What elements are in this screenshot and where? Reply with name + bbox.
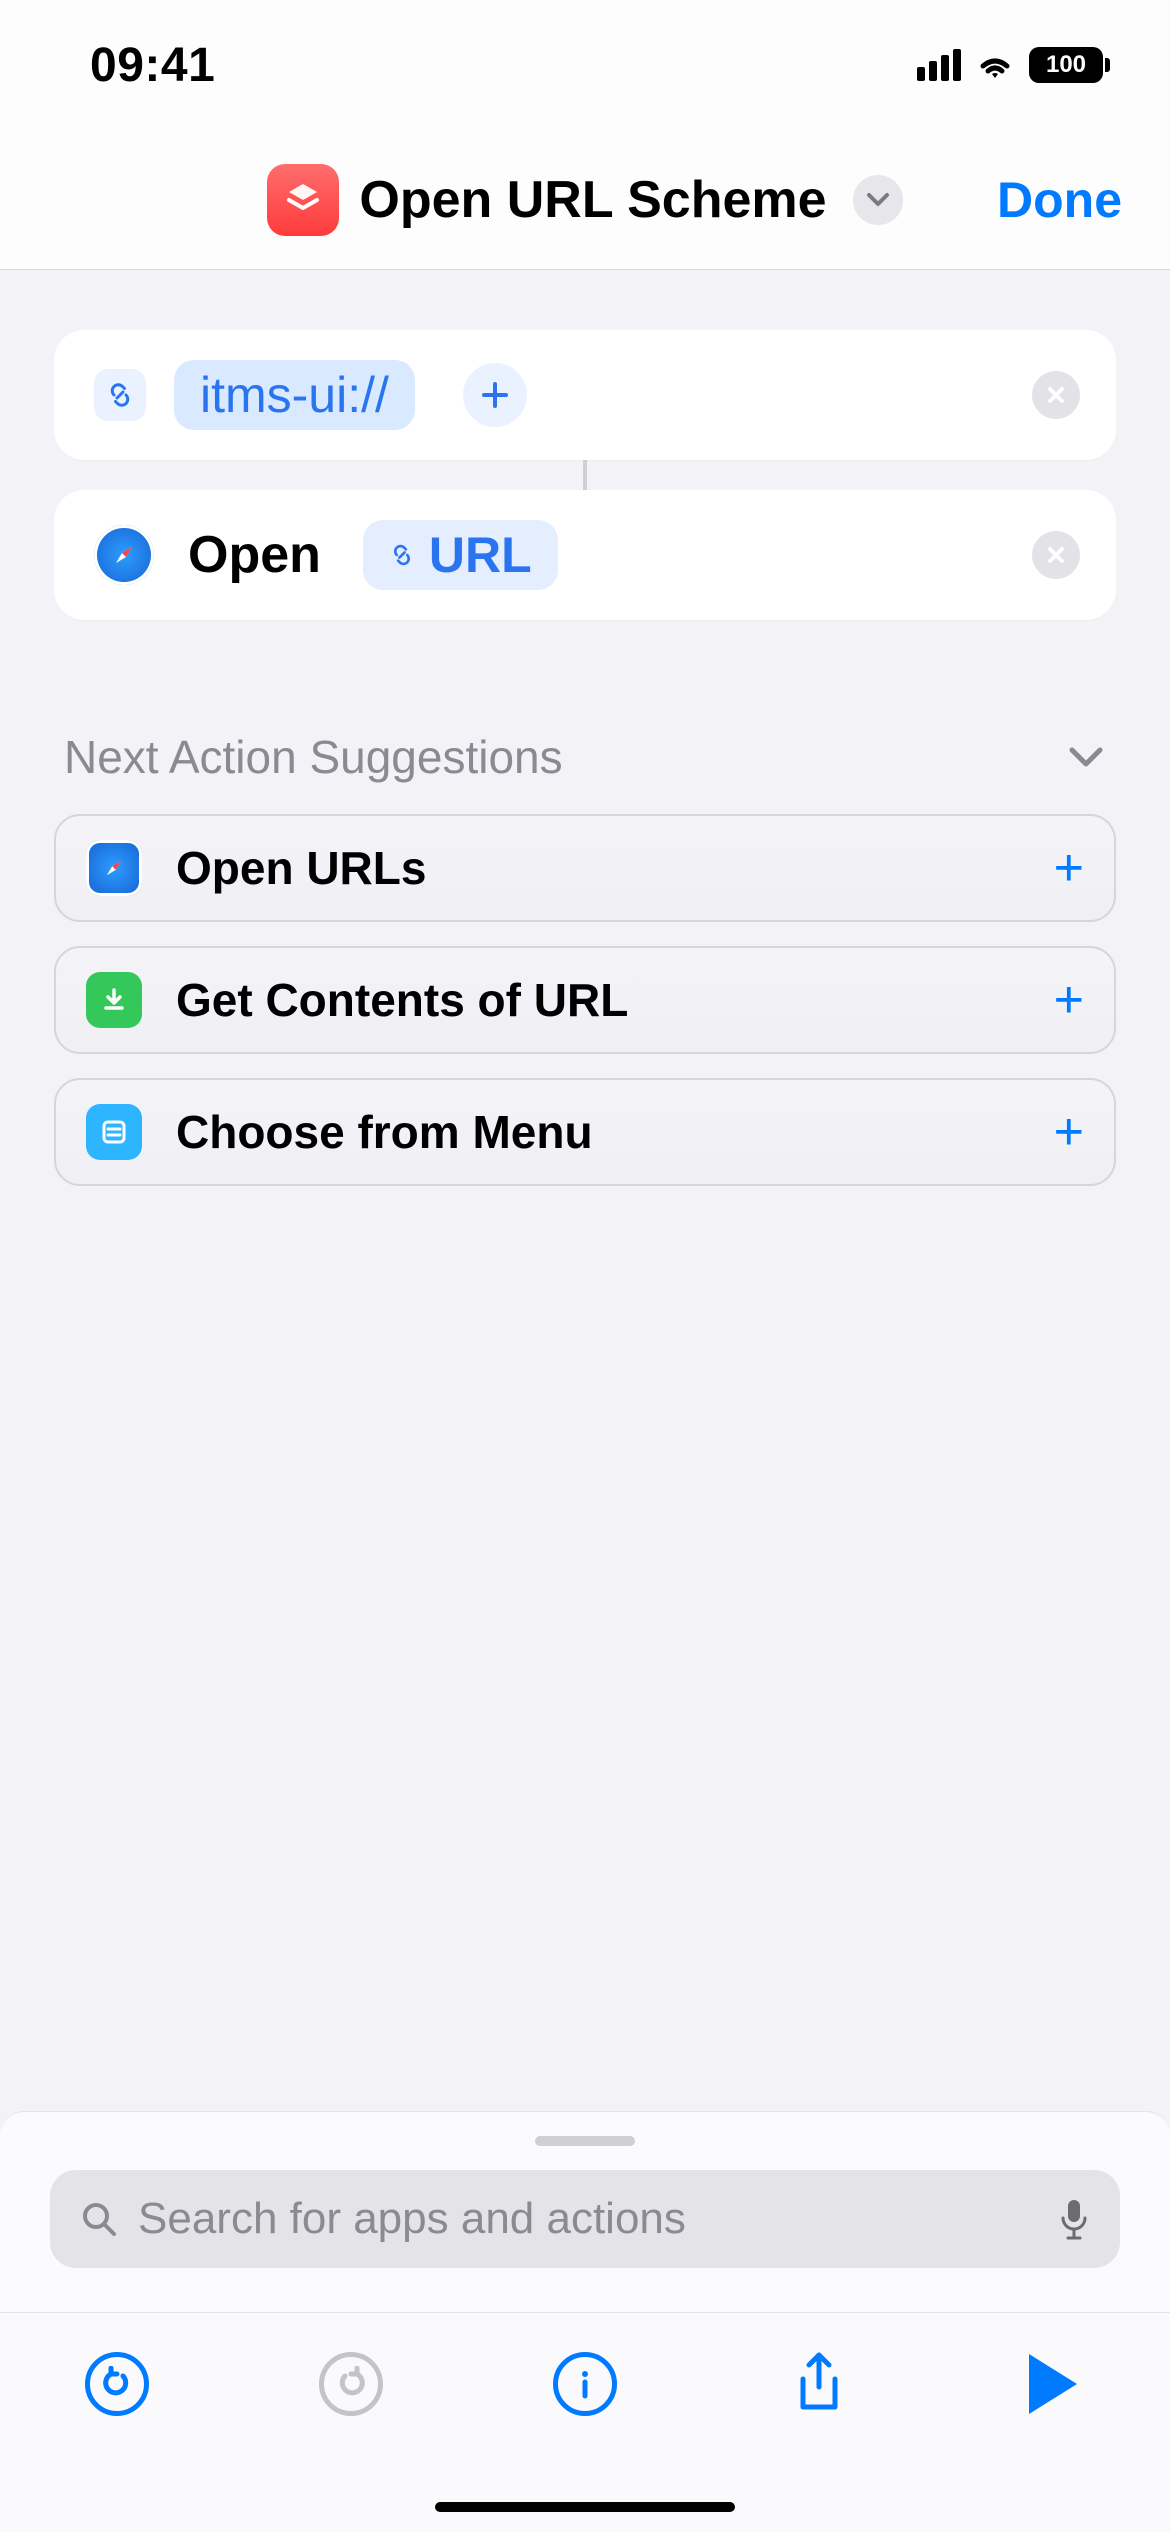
share-button[interactable]	[784, 2349, 854, 2419]
done-button[interactable]: Done	[997, 171, 1122, 229]
url-variable-text: URL	[429, 526, 532, 584]
action-connector	[583, 460, 587, 490]
title-group[interactable]: Open URL Scheme	[267, 164, 902, 236]
battery-indicator: 100	[1029, 47, 1110, 83]
add-suggestion-button[interactable]: +	[1054, 1102, 1084, 1162]
open-action-label: Open	[188, 525, 321, 585]
url-token-text: itms-ui://	[200, 366, 389, 424]
shortcut-app-icon	[267, 164, 339, 236]
suggestion-label: Get Contents of URL	[176, 973, 628, 1027]
delete-action-button[interactable]	[1032, 531, 1080, 579]
info-button[interactable]	[550, 2349, 620, 2419]
title-chevron-icon[interactable]	[853, 175, 903, 225]
add-suggestion-button[interactable]: +	[1054, 838, 1084, 898]
url-token[interactable]: itms-ui://	[174, 360, 415, 430]
search-icon	[80, 2200, 118, 2238]
suggestion-label: Choose from Menu	[176, 1105, 593, 1159]
suggestions-list: Open URLs + Get Contents of URL + Choose…	[54, 814, 1116, 1186]
cellular-signal-icon	[917, 49, 961, 81]
undo-button[interactable]	[82, 2349, 152, 2419]
status-indicators: 100	[917, 47, 1110, 83]
link-icon	[94, 369, 146, 421]
safari-icon	[86, 840, 142, 896]
suggestions-title: Next Action Suggestions	[64, 730, 563, 784]
suggestions-header[interactable]: Next Action Suggestions	[54, 730, 1116, 784]
run-button[interactable]	[1018, 2349, 1088, 2419]
bottom-toolbar	[0, 2312, 1170, 2532]
search-panel[interactable]: Search for apps and actions	[0, 2111, 1170, 2312]
redo-button	[316, 2349, 386, 2419]
suggestion-label: Open URLs	[176, 841, 426, 895]
status-time: 09:41	[90, 38, 215, 93]
home-indicator[interactable]	[435, 2502, 735, 2512]
suggestion-choose-menu[interactable]: Choose from Menu +	[54, 1078, 1116, 1186]
battery-level: 100	[1046, 51, 1086, 79]
search-field[interactable]: Search for apps and actions	[50, 2170, 1120, 2268]
link-icon	[389, 542, 415, 568]
suggestion-get-contents[interactable]: Get Contents of URL +	[54, 946, 1116, 1054]
open-url-action[interactable]: Open URL	[54, 490, 1116, 620]
safari-icon	[94, 525, 154, 585]
url-variable-token[interactable]: URL	[363, 520, 558, 590]
dictate-icon[interactable]	[1058, 2198, 1090, 2240]
suggestion-open-urls[interactable]: Open URLs +	[54, 814, 1116, 922]
navigation-bar: Open URL Scheme Done	[0, 130, 1170, 270]
search-placeholder: Search for apps and actions	[138, 2194, 1038, 2244]
add-variable-button[interactable]	[463, 363, 527, 427]
chevron-down-icon	[1066, 744, 1106, 770]
status-bar: 09:41 100	[0, 0, 1170, 130]
wifi-icon	[975, 50, 1015, 80]
drag-handle[interactable]	[535, 2136, 635, 2146]
download-icon	[86, 972, 142, 1028]
shortcut-title: Open URL Scheme	[359, 170, 826, 230]
menu-icon	[86, 1104, 142, 1160]
url-text-action[interactable]: itms-ui://	[54, 330, 1116, 460]
delete-action-button[interactable]	[1032, 371, 1080, 419]
add-suggestion-button[interactable]: +	[1054, 970, 1084, 1030]
